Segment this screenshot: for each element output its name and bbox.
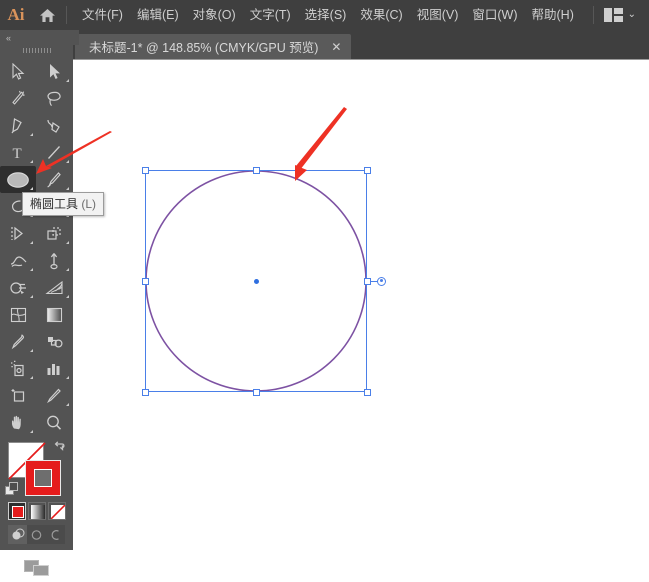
stroke-swatch[interactable]: [25, 460, 61, 496]
handle-top-left[interactable]: [142, 167, 149, 174]
paint-mode-row: [8, 502, 66, 521]
tooltip-shortcut: (L): [81, 197, 96, 211]
free-transform-tool[interactable]: [36, 247, 72, 274]
default-fill-stroke-icon[interactable]: [5, 482, 20, 502]
selection-tool[interactable]: [0, 58, 36, 85]
illustrator-window: Ai 文件(F) 编辑(E) 对象(O) 文字(T) 选择(S) 效果(C) 视…: [0, 0, 649, 550]
document-tab[interactable]: 未标题-1* @ 148.85% (CMYK/GPU 预览) ✕: [75, 34, 351, 59]
menu-object[interactable]: 对象(O): [186, 0, 243, 30]
tool-flyout-indicator: [30, 430, 33, 433]
symbol-sprayer-tool[interactable]: [0, 355, 36, 382]
swap-fill-stroke-icon[interactable]: [53, 440, 67, 459]
home-icon[interactable]: [32, 0, 62, 30]
menu-divider-right: [593, 6, 594, 24]
tool-flyout-indicator: [66, 241, 69, 244]
handle-middle-left[interactable]: [142, 278, 149, 285]
rotate-tool[interactable]: [0, 220, 36, 247]
menu-bar: Ai 文件(F) 编辑(E) 对象(O) 文字(T) 选择(S) 效果(C) 视…: [0, 0, 649, 30]
pen-tool[interactable]: [0, 112, 36, 139]
type-tool[interactable]: T: [0, 139, 36, 166]
workspace-switcher-icon: [604, 8, 623, 22]
tool-flyout-indicator: [30, 349, 33, 352]
chevron-down-icon: ⌄: [628, 10, 636, 20]
direct-selection-tool[interactable]: [36, 58, 72, 85]
collapse-panel-button[interactable]: «: [0, 30, 79, 45]
handle-bottom-left[interactable]: [142, 389, 149, 396]
scale-tool[interactable]: [36, 220, 72, 247]
tool-flyout-indicator: [30, 268, 33, 271]
menu-window[interactable]: 窗口(W): [465, 0, 524, 30]
draw-behind-button[interactable]: [27, 525, 46, 544]
tools-panel: «: [0, 30, 73, 550]
width-tool[interactable]: [0, 247, 36, 274]
line-segment-tool[interactable]: [36, 139, 72, 166]
curvature-tool[interactable]: [36, 112, 72, 139]
tool-flyout-indicator: [30, 241, 33, 244]
panel-drag-grip[interactable]: [0, 45, 73, 56]
eyedropper-tool[interactable]: [0, 328, 36, 355]
live-shape-radius-widget[interactable]: [377, 277, 386, 286]
fill-stroke-controls: [0, 440, 73, 515]
close-icon[interactable]: ✕: [331, 41, 341, 53]
document-tab-bar: 未标题-1* @ 148.85% (CMYK/GPU 预览) ✕: [0, 30, 649, 59]
menu-edit[interactable]: 编辑(E): [130, 0, 186, 30]
shape-center-point: [254, 279, 259, 284]
handle-top-right[interactable]: [364, 167, 371, 174]
tool-flyout-indicator: [66, 79, 69, 82]
menu-select[interactable]: 选择(S): [298, 0, 354, 30]
handle-top-center[interactable]: [253, 167, 260, 174]
column-graph-tool[interactable]: [36, 355, 72, 382]
tool-tooltip: 椭圆工具 (L): [22, 192, 104, 216]
none-mode-button[interactable]: [48, 502, 66, 520]
blend-tool[interactable]: [36, 328, 72, 355]
tool-flyout-indicator: [66, 376, 69, 379]
perspective-grid-tool[interactable]: [36, 274, 72, 301]
menu-list: 文件(F) 编辑(E) 对象(O) 文字(T) 选择(S) 效果(C) 视图(V…: [75, 0, 581, 30]
workspace-switcher[interactable]: ⌄: [600, 8, 640, 22]
menu-divider: [66, 6, 67, 24]
tool-flyout-indicator: [30, 295, 33, 298]
canvas-top-rule: [73, 59, 649, 60]
tool-flyout-indicator: [66, 295, 69, 298]
color-mode-button[interactable]: [8, 502, 26, 520]
menu-file[interactable]: 文件(F): [75, 0, 130, 30]
svg-text:T: T: [12, 146, 21, 161]
handle-bottom-right[interactable]: [364, 389, 371, 396]
tool-flyout-indicator: [66, 403, 69, 406]
artboard-tool[interactable]: [0, 382, 36, 409]
draw-normal-button[interactable]: [8, 525, 27, 544]
tool-flyout-indicator: [66, 160, 69, 163]
hand-tool[interactable]: [0, 409, 36, 436]
tooltip-label: 椭圆工具: [30, 197, 78, 211]
zoom-tool[interactable]: [36, 409, 72, 436]
tool-flyout-indicator: [30, 133, 33, 136]
menu-type[interactable]: 文字(T): [243, 0, 298, 30]
gradient-tool[interactable]: [36, 301, 72, 328]
menu-help[interactable]: 帮助(H): [525, 0, 581, 30]
ellipse-tool[interactable]: [0, 166, 36, 193]
menu-effect[interactable]: 效果(C): [353, 0, 409, 30]
tool-flyout-indicator: [66, 268, 69, 271]
draw-mode-row: [8, 525, 66, 544]
paintbrush-tool[interactable]: [36, 166, 72, 193]
tool-flyout-indicator: [30, 187, 33, 190]
app-logo: Ai: [0, 0, 32, 30]
lasso-tool[interactable]: [36, 85, 72, 112]
draw-inside-button[interactable]: [46, 525, 65, 544]
shape-builder-tool[interactable]: [0, 274, 36, 301]
magic-wand-tool[interactable]: [0, 85, 36, 112]
tool-flyout-indicator: [30, 160, 33, 163]
handle-middle-right[interactable]: [364, 278, 371, 285]
mesh-tool[interactable]: [0, 301, 36, 328]
gradient-mode-button[interactable]: [28, 502, 46, 520]
tool-grid: T: [0, 56, 73, 436]
change-screen-mode-button[interactable]: [0, 552, 73, 582]
document-tab-title: 未标题-1* @ 148.85% (CMYK/GPU 预览): [89, 37, 318, 56]
slice-tool[interactable]: [36, 382, 72, 409]
tool-flyout-indicator: [30, 376, 33, 379]
menu-bar-right: ⌄: [589, 0, 649, 30]
tool-flyout-indicator: [66, 187, 69, 190]
menu-view[interactable]: 视图(V): [410, 0, 466, 30]
handle-bottom-center[interactable]: [253, 389, 260, 396]
